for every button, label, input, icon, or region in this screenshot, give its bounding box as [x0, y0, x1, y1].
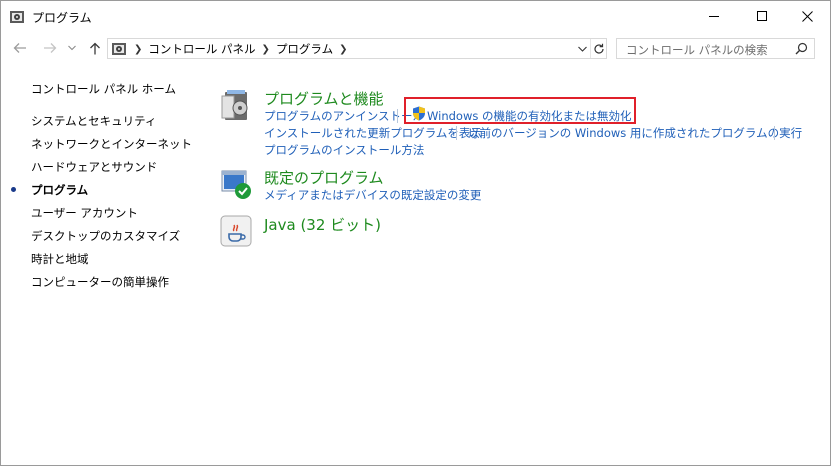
title-bar: プログラム [1, 1, 830, 32]
maximize-button[interactable] [739, 1, 785, 32]
window-title: プログラム [32, 11, 92, 25]
link-separator [774, 126, 775, 140]
breadcrumb-item-programs[interactable]: プログラム [276, 41, 333, 57]
link-separator [456, 126, 457, 140]
current-item-bullet [11, 187, 16, 192]
minimize-icon [708, 16, 719, 17]
back-button[interactable] [9, 38, 31, 58]
control-panel-window: プログラム ❯ コントロール パネル ❯ プログラム ❯ コントロール パネルの… [0, 0, 831, 466]
sidebar-item-programs[interactable]: プログラム [31, 182, 88, 198]
change-defaults-link[interactable]: メディアまたはデバイスの既定設定の変更 [264, 187, 481, 203]
breadcrumb-chevron-icon[interactable]: ❯ [339, 44, 347, 55]
arrow-up-icon [90, 42, 100, 54]
forward-button[interactable] [39, 38, 61, 58]
recent-locations-button[interactable] [65, 38, 79, 58]
chevron-down-icon [68, 45, 76, 51]
uninstall-program-link[interactable]: プログラムのアンインストール [264, 108, 424, 124]
link-separator [397, 109, 398, 123]
control-panel-app-icon [9, 9, 25, 25]
installed-updates-link[interactable]: インストールされた更新プログラムを表示 [264, 125, 482, 141]
highlight-box [404, 97, 636, 124]
sidebar-item-control-panel-home[interactable]: コントロール パネル ホーム [31, 81, 176, 97]
sidebar-item-ease-of-access[interactable]: コンピューターの簡単操作 [31, 274, 169, 290]
address-bar[interactable]: ❯ コントロール パネル ❯ プログラム ❯ [107, 38, 607, 59]
control-panel-icon [111, 41, 127, 57]
sidebar-item-network-internet[interactable]: ネットワークとインターネット [31, 136, 192, 152]
search-icon[interactable] [795, 42, 808, 58]
close-button[interactable] [784, 1, 830, 32]
how-to-install-link[interactable]: プログラムのインストール方法 [264, 142, 424, 158]
arrow-left-icon [13, 43, 26, 53]
breadcrumb-chevron-icon[interactable]: ❯ [262, 44, 270, 55]
up-button[interactable] [85, 38, 105, 58]
breadcrumb-item-control-panel[interactable]: コントロール パネル [148, 41, 255, 57]
arrow-right-icon [44, 43, 57, 53]
default-programs-title[interactable]: 既定のプログラム [264, 167, 384, 188]
breadcrumb-chevron-icon[interactable]: ❯ [134, 44, 142, 55]
programs-features-icon[interactable] [219, 88, 253, 122]
default-programs-icon[interactable] [219, 167, 253, 201]
java-title[interactable]: Java (32 ビット) [264, 214, 381, 235]
address-dropdown-button[interactable] [574, 39, 590, 58]
sidebar-item-desktop-customization[interactable]: デスクトップのカスタマイズ [31, 228, 180, 244]
breadcrumb: ❯ コントロール パネル ❯ プログラム ❯ [132, 41, 353, 57]
programs-features-title[interactable]: プログラムと機能 [264, 88, 384, 109]
sidebar-item-clock-region[interactable]: 時計と地域 [31, 251, 89, 267]
sidebar-item-system-security[interactable]: システムとセキュリティ [31, 113, 156, 129]
sidebar-item-hardware-sound[interactable]: ハードウェアとサウンド [31, 159, 157, 175]
chevron-down-icon [577, 46, 587, 52]
sidebar-item-user-accounts[interactable]: ユーザー アカウント [31, 205, 138, 221]
close-icon [801, 11, 813, 22]
navigation-bar: ❯ コントロール パネル ❯ プログラム ❯ コントロール パネルの検索 [1, 32, 830, 64]
java-icon[interactable] [219, 214, 253, 248]
program-compatibility-link[interactable]: 以前のバージョンの Windows 用に作成されたプログラムの実行 [468, 125, 802, 141]
maximize-icon [756, 11, 767, 21]
refresh-icon [594, 43, 604, 54]
search-placeholder: コントロール パネルの検索 [626, 43, 768, 57]
minimize-button[interactable] [691, 1, 737, 32]
search-box[interactable]: コントロール パネルの検索 [616, 38, 815, 59]
refresh-button[interactable] [590, 39, 607, 58]
